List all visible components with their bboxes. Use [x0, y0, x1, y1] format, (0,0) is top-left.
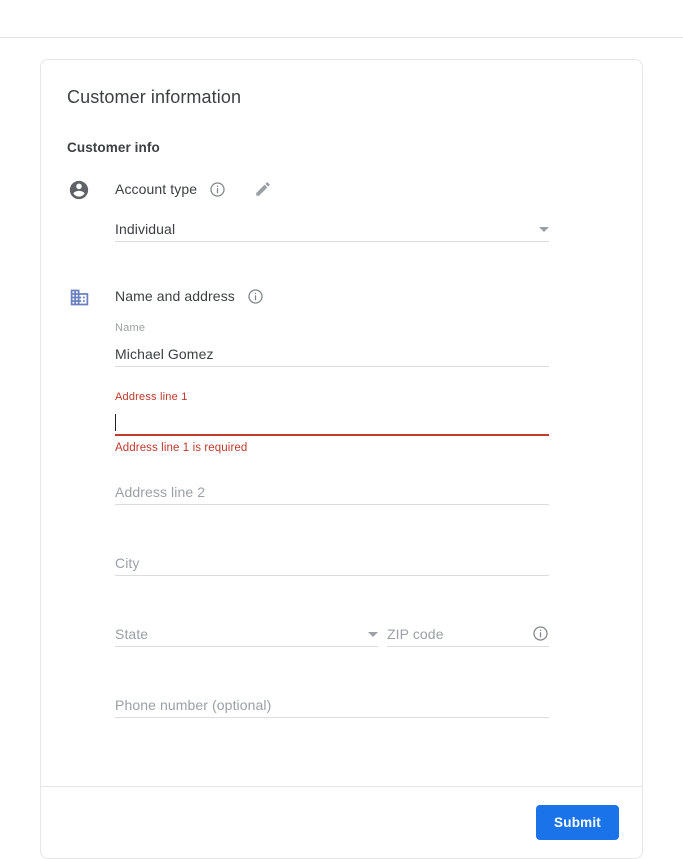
- phone-number-field[interactable]: Phone number (optional): [115, 689, 549, 718]
- top-app-bar: [0, 0, 683, 38]
- phone-number-placeholder: Phone number (optional): [115, 697, 272, 713]
- state-zip-row: State ZIP code: [115, 618, 618, 647]
- name-and-address-label: Name and address: [115, 288, 235, 304]
- card-footer: Submit: [41, 786, 642, 858]
- info-outline-icon[interactable]: [532, 625, 549, 642]
- address-line-2-line: Address line 2: [115, 476, 549, 505]
- building-icon: [67, 285, 91, 309]
- city-field[interactable]: City: [115, 547, 549, 576]
- account-type-select[interactable]: Individual: [115, 213, 549, 242]
- zip-code-field[interactable]: ZIP code: [387, 618, 549, 647]
- chevron-down-icon[interactable]: [368, 632, 378, 637]
- zip-code-line: ZIP code: [387, 618, 549, 647]
- address-line-1-label: Address line 1: [115, 391, 188, 403]
- name-field-line: Michael Gomez: [115, 338, 549, 367]
- address-line-1-field[interactable]: Address line 1 Address line 1 is require…: [115, 391, 549, 454]
- name-field[interactable]: Name Michael Gomez: [115, 322, 549, 367]
- submit-button[interactable]: Submit: [536, 805, 619, 840]
- info-outline-icon[interactable]: [247, 288, 264, 305]
- section-title-customer-info: Customer info: [67, 140, 160, 155]
- account-type-selected-value: Individual: [115, 221, 176, 237]
- account-circle-icon: [67, 178, 91, 202]
- state-placeholder: State: [115, 626, 149, 642]
- address-line-2-field[interactable]: Address line 2: [115, 476, 549, 505]
- page-title: Customer information: [67, 87, 242, 107]
- address-line-2-placeholder: Address line 2: [115, 484, 206, 500]
- card-body: Customer information Customer info Accou…: [41, 60, 642, 718]
- state-select-line: State: [115, 618, 378, 647]
- address-line-1-error-message: Address line 1 is required: [115, 442, 248, 454]
- name-and-address-content: Name and address Name Michael Gomez Addr…: [115, 284, 618, 718]
- name-and-address-row: Name and address Name Michael Gomez Addr…: [67, 284, 618, 718]
- account-type-row: Account type Individual: [67, 177, 618, 242]
- account-type-header: Account type: [115, 177, 618, 201]
- account-type-select-line: Individual: [115, 213, 549, 242]
- name-field-label: Name: [115, 322, 146, 334]
- zip-code-placeholder: ZIP code: [387, 626, 444, 642]
- name-and-address-header: Name and address: [115, 284, 618, 308]
- text-cursor: [115, 414, 116, 431]
- account-type-label: Account type: [115, 181, 198, 197]
- customer-information-card: Customer information Customer info Accou…: [40, 59, 643, 859]
- address-line-1-line: [115, 407, 549, 436]
- pencil-edit-icon[interactable]: [254, 180, 272, 198]
- name-field-value: Michael Gomez: [115, 346, 214, 362]
- info-outline-icon[interactable]: [209, 181, 226, 198]
- city-placeholder: City: [115, 555, 140, 571]
- page-container: Customer information Customer info Accou…: [0, 38, 683, 859]
- chevron-down-icon[interactable]: [539, 227, 549, 232]
- state-select[interactable]: State: [115, 618, 378, 647]
- account-type-content: Account type Individual: [115, 177, 618, 242]
- phone-number-line: Phone number (optional): [115, 689, 549, 718]
- city-line: City: [115, 547, 549, 576]
